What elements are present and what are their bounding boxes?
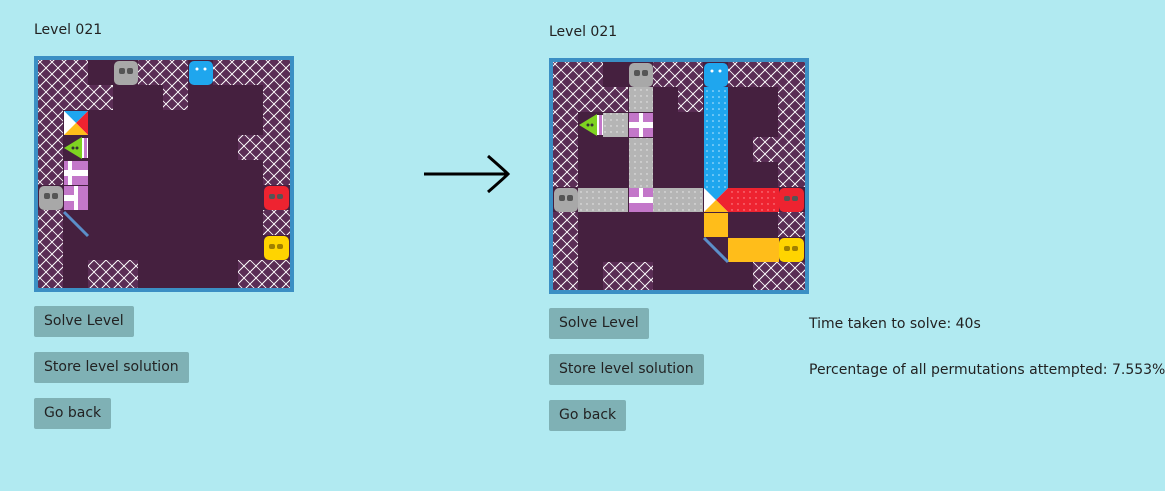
store-solution-button[interactable]: Store level solution	[34, 352, 189, 383]
left-game-board[interactable]	[34, 56, 294, 292]
grey-endpoint-block	[39, 186, 63, 210]
percentage-attempted-text: Percentage of all permutations attempted…	[809, 362, 1165, 378]
red-endpoint-block	[264, 186, 289, 210]
right-game-board[interactable]	[549, 58, 809, 294]
left-level-title: Level 021	[34, 22, 103, 38]
yellow-endpoint-block	[264, 236, 289, 260]
grey-endpoint-block	[114, 61, 138, 85]
four-color-splitter-piece	[64, 111, 88, 135]
purple-connector-piece	[64, 161, 88, 185]
grey-endpoint-block	[629, 63, 653, 87]
purple-connector-piece	[629, 188, 653, 212]
left-board-graphic	[34, 56, 294, 292]
yellow-endpoint-block	[779, 238, 804, 262]
go-back-button[interactable]: Go back	[34, 398, 112, 429]
red-endpoint-block	[779, 188, 804, 212]
blue-endpoint-block	[704, 63, 728, 87]
blue-endpoint-block	[189, 61, 213, 85]
store-solution-button[interactable]: Store level solution	[549, 354, 704, 385]
purple-connector-piece	[629, 113, 653, 137]
four-color-splitter-piece	[704, 188, 728, 212]
right-level-title: Level 021	[549, 24, 618, 40]
red-path	[728, 188, 779, 212]
solve-level-button[interactable]: Solve Level	[34, 306, 134, 337]
right-board-graphic	[549, 58, 809, 294]
solve-level-button[interactable]: Solve Level	[549, 308, 649, 339]
right-arrow-icon	[424, 154, 511, 194]
time-taken-text: Time taken to solve: 40s	[809, 316, 981, 332]
grey-endpoint-block	[554, 188, 578, 212]
blue-path	[704, 87, 728, 188]
purple-connector-piece	[64, 186, 88, 210]
go-back-button[interactable]: Go back	[549, 400, 627, 431]
